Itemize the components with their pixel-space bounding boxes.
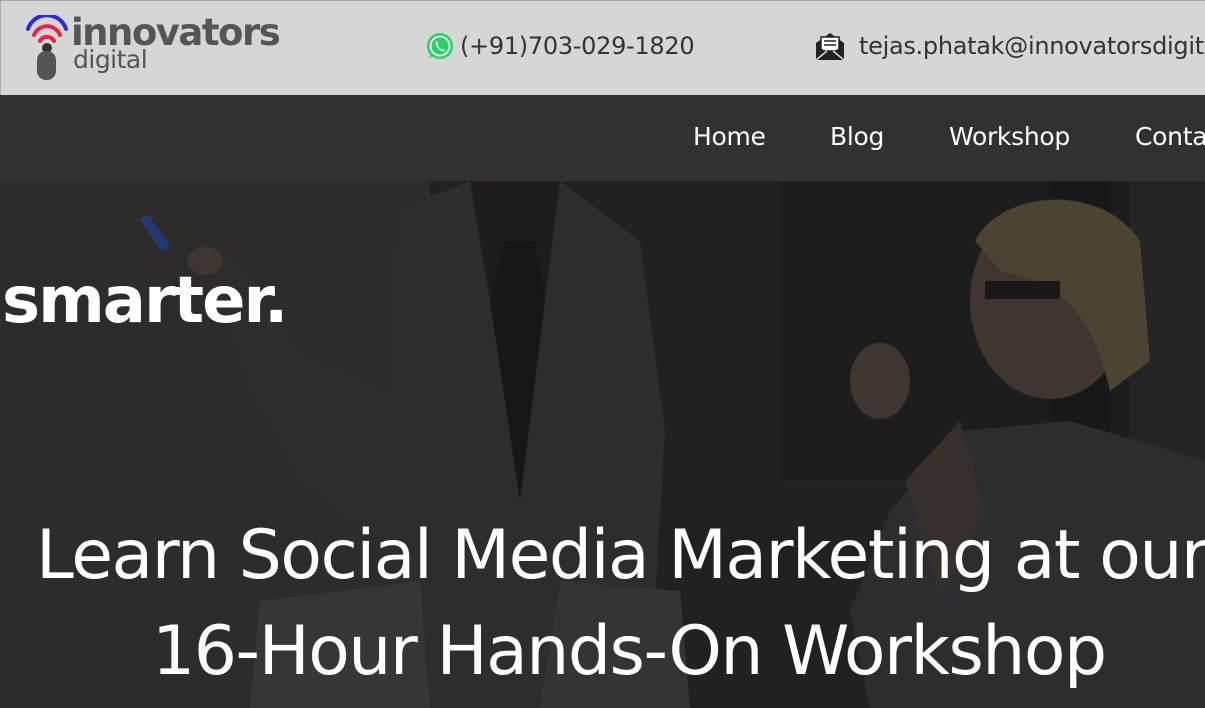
email-address: tejas.phatak@innovatorsdigital.in	[859, 32, 1205, 60]
wifi-signal-logo-icon	[26, 15, 68, 80]
nav-item-blog[interactable]: Blog	[830, 95, 884, 181]
nav-item-home[interactable]: Home	[693, 95, 766, 181]
hero-banner: smarter. Learn Social Media Marketing at…	[0, 181, 1205, 708]
top-info-bar: innovators digital (+91)703-029-1820 tej…	[0, 0, 1205, 95]
nav-item-contact[interactable]: Contact	[1135, 95, 1205, 181]
hero-headline-line1: Learn Social Media Marketing at our	[36, 516, 1205, 595]
phone-contact[interactable]: (+91)703-029-1820	[425, 29, 695, 63]
nav-item-workshop[interactable]: Workshop	[949, 95, 1070, 181]
main-navigation: Home Blog Workshop Contact	[0, 95, 1205, 181]
envelope-icon	[815, 33, 845, 61]
brand-name-line2: digital	[73, 45, 148, 74]
whatsapp-icon	[427, 33, 453, 59]
phone-number: (+91)703-029-1820	[460, 32, 695, 60]
hero-headline-line2: 16-Hour Hands-On Workshop	[152, 612, 1107, 691]
hero-rotating-word: smarter.	[2, 264, 288, 338]
email-contact[interactable]: tejas.phatak@innovatorsdigital.in	[813, 27, 1205, 65]
brand-logo[interactable]: innovators digital	[25, 13, 281, 85]
